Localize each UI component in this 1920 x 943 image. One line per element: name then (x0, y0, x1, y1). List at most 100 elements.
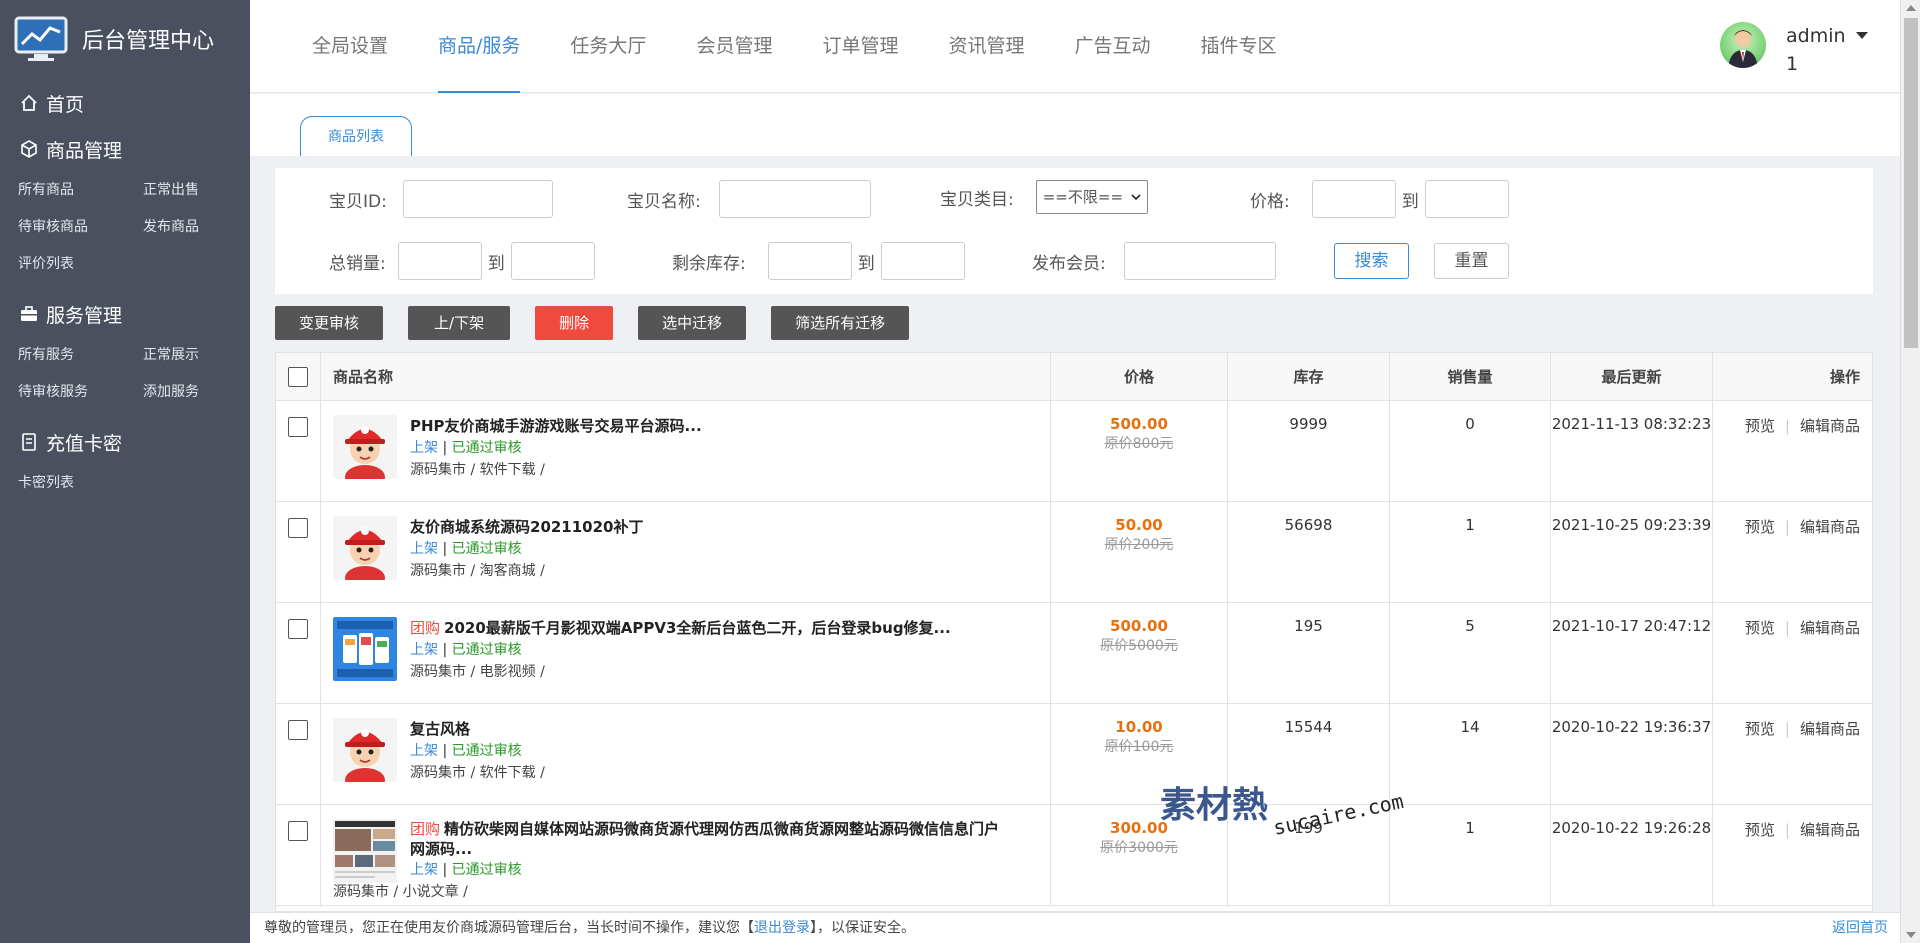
goods-id-input[interactable] (402, 180, 553, 218)
scroll-thumb[interactable] (1904, 18, 1918, 348)
edit-goods-link[interactable]: 编辑商品 (1800, 417, 1860, 435)
member-label: 发布会员: (1032, 253, 1106, 274)
top-nav-task-hall[interactable]: 任务大厅 (570, 0, 646, 93)
change-review-button[interactable]: 变更审核 (275, 306, 384, 340)
product-title[interactable]: 团购 2020最薪版千月影视双端APPV3全新后台蓝色二开，后台登录bug修复..… (410, 617, 951, 639)
brand-title: 后台管理中心 (82, 29, 215, 54)
category-select[interactable]: ==不限== (1035, 180, 1148, 214)
scroll-up-icon[interactable] (1906, 5, 1916, 11)
product-thumbnail[interactable] (333, 415, 397, 479)
preview-link[interactable]: 预览 (1745, 720, 1775, 738)
preview-link[interactable]: 预览 (1745, 821, 1775, 839)
row-checkbox[interactable] (288, 720, 308, 740)
chevron-down-icon (1131, 194, 1141, 201)
briefcase-icon (18, 303, 40, 325)
brand[interactable]: 后台管理中心 (0, 0, 250, 78)
top-nav-global-settings[interactable]: 全局设置 (312, 0, 388, 93)
price-min-input[interactable] (1311, 180, 1396, 218)
sidebar-item-publish-goods[interactable]: 发布商品 (143, 209, 253, 246)
sales-min-input[interactable] (397, 242, 482, 280)
product-sales: 1 (1390, 805, 1551, 905)
caret-down-icon[interactable] (1856, 32, 1868, 39)
sidebar-item-pending-goods[interactable]: 待审核商品 (18, 209, 143, 246)
row-checkbox[interactable] (288, 417, 308, 437)
sidebar-item-reviews[interactable]: 评价列表 (18, 246, 143, 283)
edit-goods-link[interactable]: 编辑商品 (1800, 619, 1860, 637)
sidebar-item-all-services[interactable]: 所有服务 (18, 337, 143, 374)
preview-link[interactable]: 预览 (1745, 417, 1775, 435)
status-separator: | (438, 541, 452, 557)
sales-max-input[interactable] (510, 242, 595, 280)
product-title[interactable]: 团购 精仿砍柴网自媒体网站源码微商货源代理网仿西瓜微商货源网整站源码微信信息门户网… (410, 819, 999, 859)
product-thumbnail[interactable] (333, 617, 397, 681)
top-nav-members[interactable]: 会员管理 (696, 0, 772, 93)
toggle-shelf-button[interactable]: 上/下架 (408, 306, 511, 340)
row-checkbox[interactable] (288, 821, 308, 841)
sidebar-item-home[interactable]: 首页 (18, 88, 250, 118)
stock-max-input[interactable] (880, 242, 965, 280)
edit-goods-link[interactable]: 编辑商品 (1800, 821, 1860, 839)
logout-link[interactable]: 退出登录 (754, 920, 810, 936)
migrate-selected-button[interactable]: 选中迁移 (638, 306, 747, 340)
migrate-all-button[interactable]: 筛选所有迁移 (771, 306, 910, 340)
product-price: 500.00 (1110, 415, 1168, 433)
sidebar-item-card-list[interactable]: 卡密列表 (18, 465, 143, 502)
table-row: 团购 2020最薪版千月影视双端APPV3全新后台蓝色二开，后台登录bug修复..… (276, 603, 1872, 704)
watermark-logo: 素材熱 sucaire.com (1160, 775, 1410, 845)
sidebar-item-all-goods[interactable]: 所有商品 (18, 172, 143, 209)
edit-goods-link[interactable]: 编辑商品 (1800, 720, 1860, 738)
status-approved: 已通过审核 (451, 541, 522, 557)
sidebar-section-services[interactable]: 服务管理 (18, 299, 250, 329)
reset-button[interactable]: 重置 (1434, 243, 1509, 279)
top-bar: 全局设置 商品/服务 任务大厅 会员管理 订单管理 资讯管理 广告互动 插件专区… (250, 0, 1900, 93)
top-nav-plugins[interactable]: 插件专区 (1201, 0, 1277, 93)
product-categories: 源码集市 / 淘客商城 / (410, 563, 545, 579)
table-row: PHP友价商城手游游戏账号交易平台源码... 上架 | 已通过审核 源码集市 / 软… (276, 401, 1872, 502)
sidebar-item-add-service[interactable]: 添加服务 (143, 374, 253, 411)
top-nav-news[interactable]: 资讯管理 (948, 0, 1024, 93)
sidebar-item-on-sale[interactable]: 正常出售 (143, 172, 253, 209)
sidebar-section-goods[interactable]: 商品管理 (18, 134, 250, 164)
header-ops: 操作 (1829, 368, 1860, 386)
search-button[interactable]: 搜索 (1334, 243, 1409, 279)
sidebar-item-shown-services[interactable]: 正常展示 (143, 337, 253, 374)
product-thumbnail[interactable] (333, 819, 397, 883)
preview-link[interactable]: 预览 (1745, 619, 1775, 637)
price-max-input[interactable] (1424, 180, 1509, 218)
stock-min-input[interactable] (767, 242, 852, 280)
group-buy-tag: 团购 (410, 619, 441, 637)
preview-link[interactable]: 预览 (1745, 518, 1775, 536)
tab-goods-list[interactable]: 商品列表 (300, 116, 412, 156)
product-title[interactable]: 复古风格 (410, 718, 545, 740)
product-original-price: 原价200元 (1104, 537, 1174, 553)
category-label: 宝贝类目: (940, 189, 1014, 210)
top-nav-orders[interactable]: 订单管理 (822, 0, 898, 93)
sidebar-section-cards[interactable]: 充值卡密 (18, 427, 250, 457)
status-on-shelf: 上架 (410, 743, 438, 759)
edit-goods-link[interactable]: 编辑商品 (1800, 518, 1860, 536)
product-title[interactable]: PHP友价商城手游游戏账号交易平台源码... (410, 415, 702, 437)
row-checkbox[interactable] (288, 619, 308, 639)
chart-monitor-icon (14, 16, 68, 61)
row-checkbox[interactable] (288, 518, 308, 538)
goods-name-input[interactable] (718, 180, 871, 218)
product-stock: 56698 (1228, 502, 1390, 602)
select-all-checkbox[interactable] (288, 366, 308, 387)
product-sales: 5 (1390, 603, 1551, 703)
goods-id-label: 宝贝ID: (329, 191, 387, 212)
back-home-link[interactable]: 返回首页 (1832, 913, 1888, 943)
product-original-price: 原价800元 (1104, 436, 1174, 452)
top-nav-goods-services[interactable]: 商品/服务 (438, 0, 521, 93)
delete-button[interactable]: 删除 (535, 306, 614, 340)
sidebar-item-pending-services[interactable]: 待审核服务 (18, 374, 143, 411)
sidebar-section-label: 商品管理 (46, 139, 123, 162)
product-title[interactable]: 友价商城系统源码20211020补丁 (410, 516, 644, 538)
user-menu[interactable]: admin 1 (1720, 22, 1868, 78)
product-price: 50.00 (1115, 516, 1163, 534)
member-input[interactable] (1123, 242, 1276, 280)
product-thumbnail[interactable] (333, 516, 397, 580)
scrollbar[interactable] (1900, 0, 1920, 943)
top-nav-ads[interactable]: 广告互动 (1074, 0, 1150, 93)
scroll-down-icon[interactable] (1906, 932, 1916, 938)
product-thumbnail[interactable] (333, 718, 397, 782)
